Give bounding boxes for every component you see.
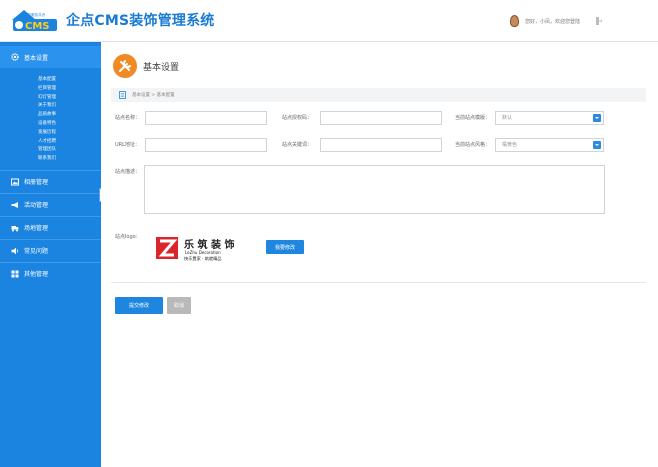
lezhu-logo-icon: 乐 筑 装 饰 LeZhu Decoration 快乐置家 · 筑就精品: [156, 237, 234, 262]
desc-textarea[interactable]: [144, 165, 605, 214]
logout-icon[interactable]: [596, 17, 602, 25]
sidebar-submenu: 基本配置 栏目管理 幻灯管理 关于我们 品质故事 设备特色 发展历程 人才招聘 …: [0, 68, 101, 170]
avatar[interactable]: [510, 15, 519, 27]
auth-code-label: 站点授权码：: [282, 115, 313, 121]
sidebar-section-basic-settings[interactable]: 基本设置: [0, 46, 101, 68]
site-logo-preview: 乐 筑 装 饰 LeZhu Decoration 快乐置家 · 筑就精品: [156, 234, 254, 262]
template-select[interactable]: 默认: [495, 111, 604, 125]
svg-text:浦航服务共识: 浦航服务共识: [24, 12, 45, 17]
template-select-value: 默认: [502, 115, 513, 121]
logo-label: 站点logo：: [115, 234, 141, 240]
desc-label: 站点描述：: [115, 169, 141, 175]
site-name-input[interactable]: [145, 111, 267, 125]
auth-code-input[interactable]: [320, 111, 442, 125]
url-label: URL地址：: [115, 142, 140, 148]
megaphone-icon: [11, 201, 18, 208]
template-label: 当前站点模版：: [455, 115, 491, 121]
style-select[interactable]: 橘黄色: [495, 138, 604, 152]
document-icon: [119, 91, 126, 99]
truck-icon: [11, 225, 19, 232]
style-label: 当前站点风格：: [455, 142, 491, 148]
speaker-icon: [11, 247, 19, 255]
keywords-input[interactable]: [320, 138, 442, 152]
change-logo-button[interactable]: 我要修改: [266, 240, 304, 254]
sidebar-section-activity[interactable]: 活动管理: [0, 194, 101, 216]
sidebar-section-album[interactable]: 相册管理: [0, 171, 101, 193]
cancel-button[interactable]: 取消: [167, 297, 191, 314]
divider: [111, 282, 646, 283]
sidebar-section-faq[interactable]: 常见问题: [0, 240, 101, 262]
app-title: 企点CMS装饰管理系统: [66, 13, 215, 29]
breadcrumb-text: 基本设置 > 基本配置: [132, 93, 175, 98]
chevron-down-icon[interactable]: [593, 114, 601, 122]
page-header: 基本设置: [113, 54, 179, 78]
page-title: 基本设置: [143, 62, 180, 73]
chevron-down-icon[interactable]: [593, 141, 601, 149]
sidebar-section-label: 场地管理: [24, 225, 49, 233]
sidebar-section-label: 基本设置: [24, 54, 49, 62]
sidebar-section-label: 其他管理: [24, 271, 49, 279]
sidebar: 基本设置 基本配置 栏目管理 幻灯管理 关于我们 品质故事 设备特色 发展历程 …: [0, 42, 101, 467]
grid-icon: [11, 270, 19, 278]
site-name-label: 站点名称：: [115, 115, 141, 121]
tools-icon: [113, 54, 137, 78]
image-icon: [11, 178, 19, 186]
user-info: 您好，小凤，欢迎您登陆: [510, 14, 580, 28]
sidebar-item-team[interactable]: 管理团队: [38, 146, 101, 155]
sidebar-item-features[interactable]: 设备特色: [38, 120, 101, 129]
sidebar-item-about[interactable]: 关于我们: [38, 102, 101, 111]
sidebar-section-other[interactable]: 其他管理: [0, 263, 101, 285]
keywords-label: 站点关键词：: [282, 142, 313, 148]
main-content: 基本设置 基本设置 > 基本配置 站点名称： 站点授权码： 当前站点模版： 默认…: [101, 42, 658, 467]
svg-text:CMS: CMS: [25, 21, 50, 32]
sidebar-item-stories[interactable]: 品质故事: [38, 111, 101, 120]
gear-icon: [11, 53, 19, 61]
user-greeting: 您好，小凤，欢迎您登陆: [525, 18, 581, 25]
sidebar-section-venue[interactable]: 场地管理: [0, 217, 101, 239]
sidebar-item-history[interactable]: 发展历程: [38, 129, 101, 138]
breadcrumb: 基本设置 > 基本配置: [111, 88, 646, 102]
style-select-value: 橘黄色: [502, 142, 518, 148]
sidebar-item-recruit[interactable]: 人才招聘: [38, 138, 101, 147]
svg-text:LeZhu Decoration: LeZhu Decoration: [185, 250, 221, 255]
sidebar-item-basic-config[interactable]: 基本配置: [38, 76, 101, 85]
url-input[interactable]: [145, 138, 267, 152]
submit-button[interactable]: 提交修改: [115, 297, 163, 314]
sidebar-section-label: 活动管理: [24, 202, 49, 210]
svg-text:快乐置家 · 筑就精品: 快乐置家 · 筑就精品: [184, 255, 222, 262]
app-logo[interactable]: CMS 浦航服务共识: [10, 6, 62, 34]
top-bar: CMS 浦航服务共识 企点CMS装饰管理系统 您好，小凤，欢迎您登陆: [0, 0, 658, 42]
sidebar-item-columns[interactable]: 栏目管理: [38, 85, 101, 94]
sidebar-item-contact[interactable]: 联系我们: [38, 155, 101, 164]
house-logo-icon: CMS 浦航服务共识: [12, 10, 57, 32]
sidebar-item-slides[interactable]: 幻灯管理: [38, 94, 101, 103]
sidebar-section-label: 常见问题: [24, 248, 49, 256]
sidebar-section-label: 相册管理: [24, 179, 49, 187]
